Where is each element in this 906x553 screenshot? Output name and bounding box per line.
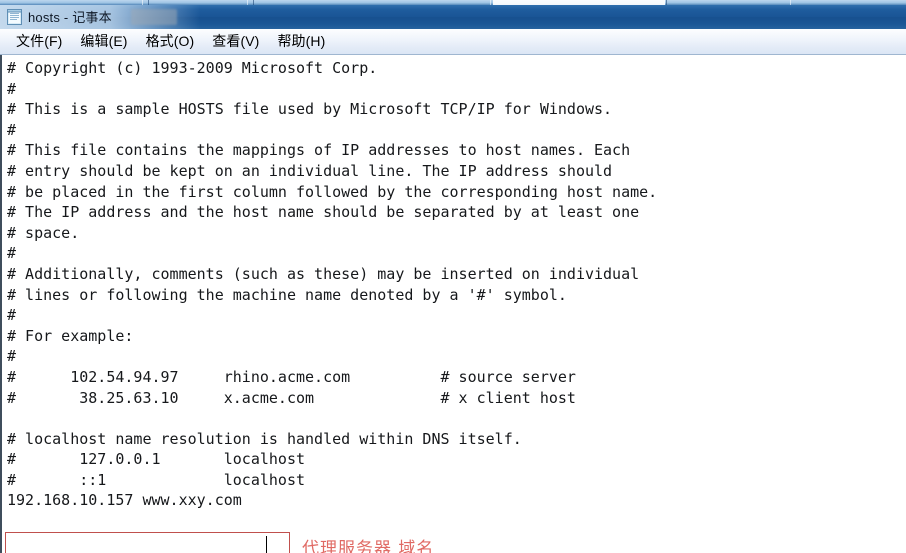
editor-line: # [7,306,17,325]
editor-line: # The IP address and the host name shoul… [7,203,640,222]
menu-item-view[interactable]: 查看(V) [203,29,268,54]
editor-line: # entry should be kept on an individual … [7,161,613,180]
text-caret [266,536,267,553]
hosts-file-content[interactable]: # Copyright (c) 1993-2009 Microsoft Corp… [7,58,657,511]
menu-bar: 文件(F) 编辑(E) 格式(O) 查看(V) 帮助(H) [0,29,906,55]
editor-line: # [7,244,17,263]
menu-item-format[interactable]: 格式(O) [137,29,204,54]
editor-line: # localhost name resolution is handled w… [7,429,522,448]
editor-line: # 38.25.63.10 x.acme.com # x client host [7,388,576,407]
notepad-window: hosts - 记事本 文件(F) 编辑(E) 格式(O) 查看(V) 帮助(H… [0,0,906,553]
editor-line: # 102.54.94.97 rhino.acme.com # source s… [7,367,576,386]
menu-item-file[interactable]: 文件(F) [7,29,71,54]
editor-line: # [7,79,17,98]
title-bar-obscured-region [131,9,177,25]
editor-line: # For example: [7,326,134,345]
window-title: hosts - 记事本 [28,10,112,25]
editor-line: # lines or following the machine name de… [7,285,567,304]
editor-line: # This file contains the mappings of IP … [7,141,631,160]
text-editor-area[interactable]: # Copyright (c) 1993-2009 Microsoft Corp… [0,55,906,553]
annotation-callout: 代理服务器 域名 [302,539,435,553]
editor-line: # [7,120,17,139]
title-bar[interactable]: hosts - 记事本 [0,5,906,29]
menu-item-help[interactable]: 帮助(H) [268,29,334,54]
editor-line: # This is a sample HOSTS file used by Mi… [7,100,613,119]
highlight-box-new-entry [5,532,290,553]
editor-line: # Additionally, comments (such as these)… [7,264,640,283]
editor-line: # [7,347,17,366]
editor-line-edited: 192.168.10.157 www.xxy.com [7,491,242,510]
editor-line: # space. [7,223,80,242]
editor-line: # be placed in the first column followed… [7,182,658,201]
editor-line: # ::1 localhost [7,470,306,489]
notepad-icon [7,9,22,25]
editor-line: # Copyright (c) 1993-2009 Microsoft Corp… [7,59,378,77]
editor-line: # 127.0.0.1 localhost [7,450,306,469]
menu-item-edit[interactable]: 编辑(E) [71,29,136,54]
